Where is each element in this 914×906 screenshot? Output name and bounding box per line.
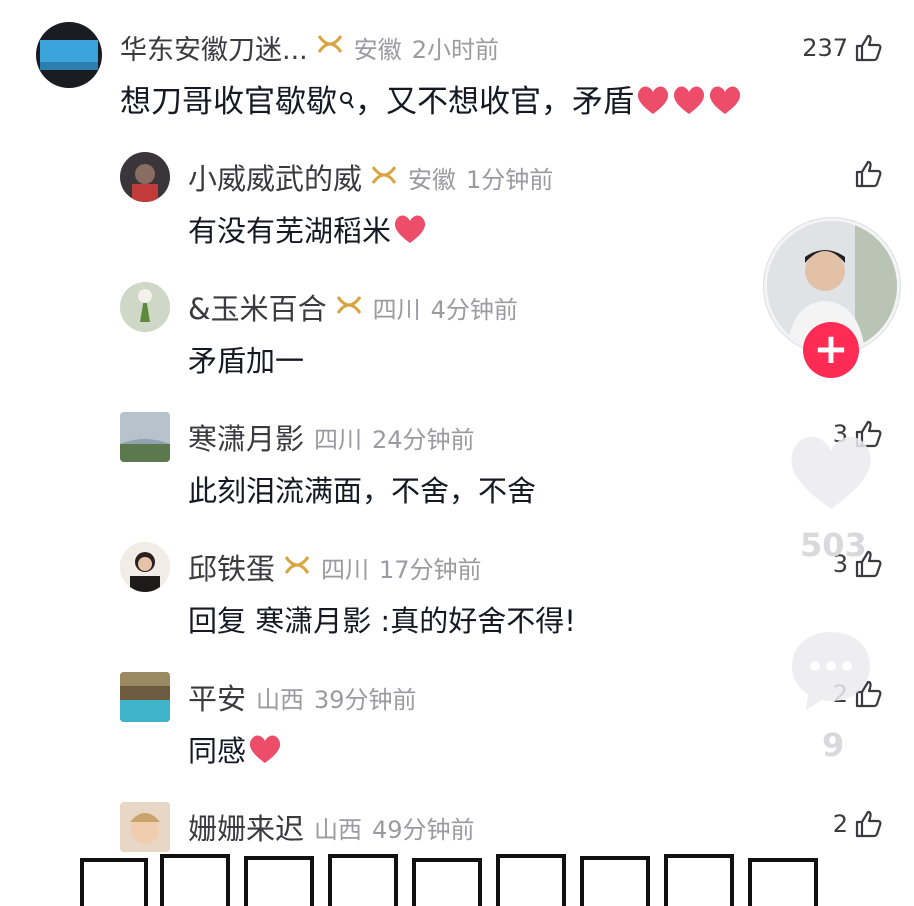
like-button[interactable]: 2 xyxy=(833,810,882,838)
heart-icon[interactable] xyxy=(785,425,877,517)
avatar[interactable] xyxy=(120,542,170,592)
like-total: 503 xyxy=(800,526,867,564)
comment-icon[interactable] xyxy=(786,626,876,716)
commenter-name[interactable]: 姗姗来迟 xyxy=(188,806,304,848)
like-button[interactable]: 237 xyxy=(802,34,882,62)
like-count: 237 xyxy=(802,34,848,62)
comment-location: 山西 xyxy=(256,685,305,714)
avatar[interactable] xyxy=(120,282,170,332)
comment-time: 24分钟前 xyxy=(372,425,475,454)
avatar[interactable] xyxy=(120,412,170,462)
fan-badge-icon xyxy=(370,160,398,194)
video-subtitle xyxy=(78,846,838,906)
avatar[interactable] xyxy=(120,802,170,852)
comment-text: 矛盾加一 xyxy=(188,344,305,378)
heart-emoji-icon xyxy=(636,84,670,124)
thumbs-up-icon xyxy=(855,34,882,62)
commenter-name[interactable]: 邱铁蛋 xyxy=(188,546,275,588)
comment-time: 39分钟前 xyxy=(314,685,417,714)
comment-location: 安徽 xyxy=(408,165,457,194)
thumbs-up-icon xyxy=(855,810,882,838)
search-hint-icon[interactable] xyxy=(337,84,355,120)
comment-time: 2小时前 xyxy=(411,36,500,64)
avatar[interactable] xyxy=(120,152,170,202)
follow-button[interactable]: + xyxy=(803,322,859,378)
avatar[interactable] xyxy=(36,22,102,88)
comment-text: 有没有芜湖稻米 xyxy=(188,208,427,252)
commenter-name[interactable]: &玉米百合 xyxy=(188,286,327,328)
fan-badge-icon xyxy=(316,32,344,63)
comment-time: 49分钟前 xyxy=(372,815,475,844)
thumbs-up-icon xyxy=(855,160,882,188)
commenter-name[interactable]: 寒潇月影 xyxy=(188,416,304,458)
commenter-name[interactable]: 华东安徽刀迷... xyxy=(120,28,308,67)
comment-location: 山西 xyxy=(314,815,363,844)
fan-badge-icon xyxy=(335,290,363,324)
heart-emoji-icon xyxy=(672,84,706,124)
comment-text: 同感 xyxy=(188,728,282,772)
like-count: 2 xyxy=(832,810,848,838)
avatar[interactable] xyxy=(120,672,170,722)
comment-time: 1分钟前 xyxy=(466,165,554,194)
comment-location: 安徽 xyxy=(353,36,402,64)
comment-text: 想刀哥收官歇歇 ，又不想收官，矛盾 xyxy=(120,76,742,124)
comment-text: 回复 寒潇月影 :真的好舍不得! xyxy=(188,604,576,638)
comment-total: 9 xyxy=(822,726,845,764)
comment-time: 4分钟前 xyxy=(430,295,518,324)
comment-location: 四川 xyxy=(314,425,363,454)
commenter-name[interactable]: 平安 xyxy=(188,676,246,718)
comment-location: 四川 xyxy=(321,555,370,584)
like-button[interactable] xyxy=(848,160,882,188)
heart-emoji-icon xyxy=(393,213,427,252)
comment-time: 17分钟前 xyxy=(379,555,482,584)
heart-emoji-icon xyxy=(248,733,282,772)
heart-emoji-icon xyxy=(708,84,742,124)
fan-badge-icon xyxy=(283,550,311,584)
commenter-name[interactable]: 小威威武的威 xyxy=(188,156,362,198)
comment-location: 四川 xyxy=(372,295,421,324)
comment-text: 此刻泪流满面，不舍，不舍 xyxy=(188,474,537,508)
